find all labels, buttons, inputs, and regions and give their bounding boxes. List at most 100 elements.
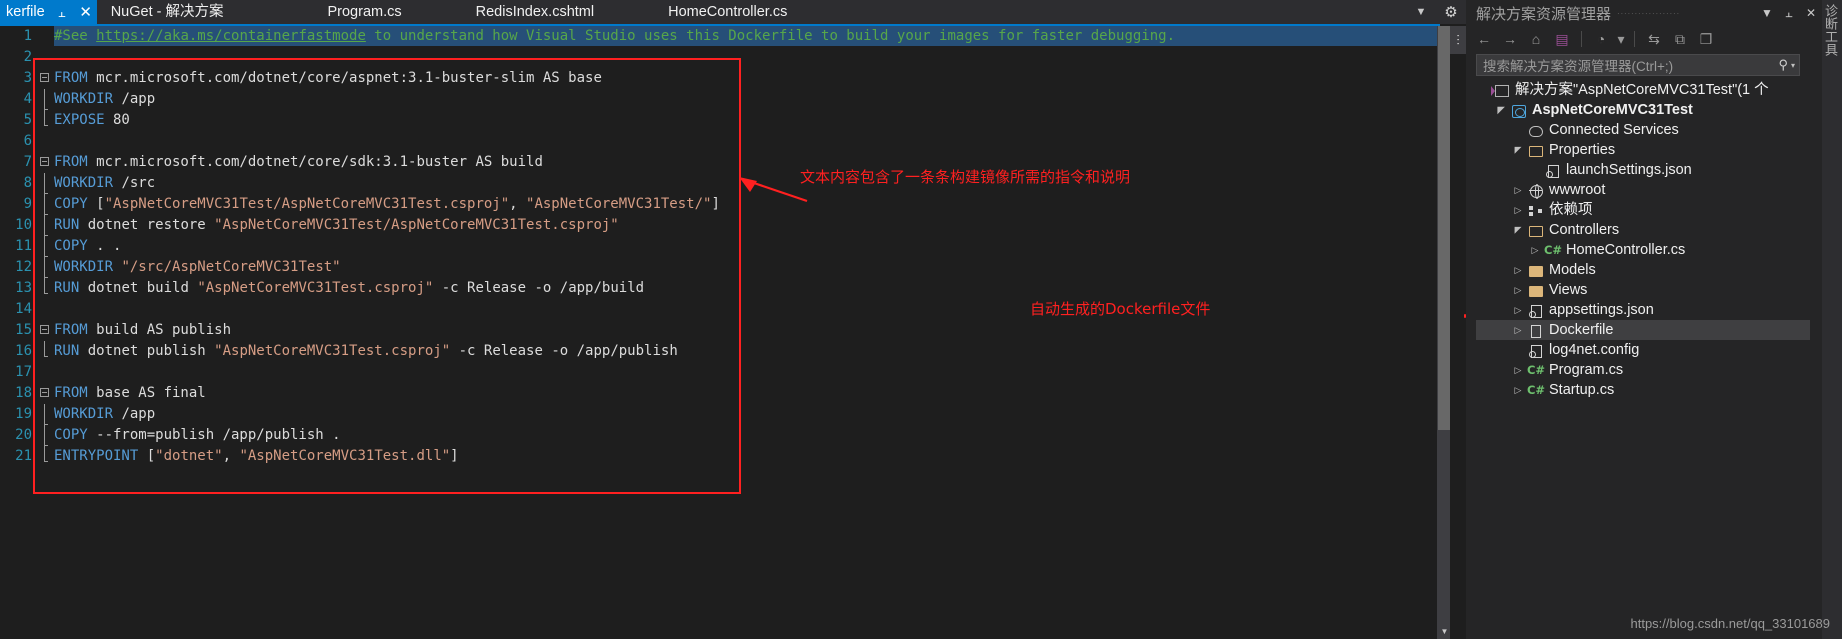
back-icon[interactable]: ←: [1472, 28, 1496, 50]
twisty-expanded-icon[interactable]: ◢: [1510, 145, 1526, 156]
tree-item-connected-services[interactable]: Connected Services: [1476, 120, 1810, 140]
tree-item-wwwroot[interactable]: ▷ wwwroot: [1476, 180, 1810, 200]
twisty-collapsed-icon[interactable]: ▷: [1510, 185, 1526, 196]
twisty-expanded-icon[interactable]: ◢: [1510, 225, 1526, 236]
panel-pin-icon[interactable]: ⫠: [1778, 0, 1800, 26]
twisty-collapsed-icon[interactable]: ▷: [1527, 245, 1543, 256]
code-line[interactable]: COPY . .: [54, 236, 1454, 257]
code-token: #See: [54, 28, 97, 44]
solution-explorer-scrollbar[interactable]: [1815, 78, 1822, 578]
code-token: FROM: [54, 385, 88, 401]
fold-region-bar: [44, 194, 48, 215]
tree-item-aspnetcoremvc31test-1[interactable]: 解决方案"AspNetCoreMVC31Test"(1 个: [1476, 80, 1810, 100]
code-line[interactable]: EXPOSE 80: [54, 110, 1454, 131]
line-number: 19: [15, 406, 32, 422]
tree-item-appsettings-json[interactable]: ▷ appsettings.json: [1476, 300, 1810, 320]
show-all-files-icon[interactable]: ⧉: [1668, 28, 1692, 50]
twisty-collapsed-icon[interactable]: ▷: [1510, 365, 1526, 376]
code-token: EXPOSE: [54, 112, 105, 128]
code-line[interactable]: [54, 47, 1454, 68]
tree-item-log4net-config[interactable]: log4net.config: [1476, 340, 1810, 360]
twisty-collapsed-icon[interactable]: ▷: [1510, 305, 1526, 316]
panel-close-icon[interactable]: ✕: [1800, 0, 1822, 26]
search-icon[interactable]: ⚲: [1778, 57, 1788, 73]
fold-region-bar: [44, 110, 48, 126]
tree-item-views[interactable]: ▷ Views: [1476, 280, 1810, 300]
pending-changes-dropdown-icon[interactable]: ▾: [1615, 28, 1627, 50]
split-view-handle-icon[interactable]: ⫶: [1450, 26, 1466, 54]
document-tab-program-cs[interactable]: Program.cs: [313, 0, 462, 24]
fold-collapse-icon[interactable]: [40, 73, 49, 82]
twisty-collapsed-icon[interactable]: ▷: [1510, 325, 1526, 336]
properties-icon[interactable]: ❐: [1694, 28, 1718, 50]
home-icon[interactable]: ⌂: [1524, 28, 1548, 50]
code-line[interactable]: WORKDIR /app: [54, 89, 1454, 110]
line-number: 17: [15, 364, 32, 380]
twisty-collapsed-icon[interactable]: ▷: [1510, 205, 1526, 216]
document-tab-kerfile[interactable]: kerfile ⫠ ✕: [0, 0, 97, 24]
tree-item-controllers[interactable]: ◢ Controllers: [1476, 220, 1810, 240]
code-token: "/src/AspNetCoreMVC31Test": [121, 259, 341, 275]
search-chevron-down-icon[interactable]: ▾: [1791, 61, 1795, 70]
code-line[interactable]: FROM mcr.microsoft.com/dotnet/core/sdk:3…: [54, 152, 1454, 173]
code-line[interactable]: [54, 362, 1454, 383]
diagnostic-tools-tab[interactable]: 诊断工具: [1823, 4, 1840, 56]
pending-changes-icon[interactable]: ◔: [1589, 28, 1613, 50]
fold-region-bar: [44, 257, 48, 278]
code-token: build AS publish: [87, 322, 232, 338]
tree-item-homecontroller-cs[interactable]: ▷ C# HomeController.cs: [1476, 240, 1810, 260]
code-line[interactable]: RUN dotnet publish "AspNetCoreMVC31Test.…: [54, 341, 1454, 362]
code-line[interactable]: [54, 131, 1454, 152]
sync-icon[interactable]: ⇆: [1642, 28, 1666, 50]
solution-tree[interactable]: 解决方案"AspNetCoreMVC31Test"(1 个 ◢ AspNetCore…: [1476, 80, 1810, 580]
vs-solution-icon[interactable]: ▤: [1550, 28, 1574, 50]
solution-explorer-search[interactable]: 搜索解决方案资源管理器(Ctrl+;) ⚲ ▾: [1476, 54, 1800, 76]
code-token: . .: [87, 238, 122, 254]
code-line[interactable]: FROM base AS final: [54, 383, 1454, 404]
fold-collapse-icon[interactable]: [40, 325, 49, 334]
code-line[interactable]: RUN dotnet restore "AspNetCoreMVC31Test/…: [54, 215, 1454, 236]
code-line[interactable]: #See https://aka.ms/containerfastmode to…: [54, 26, 1454, 47]
twisty-collapsed-icon[interactable]: ▷: [1510, 285, 1526, 296]
tree-item-aspnetcoremvc31test[interactable]: ◢ AspNetCoreMVC31Test: [1476, 100, 1810, 120]
code-line[interactable]: WORKDIR /src: [54, 173, 1454, 194]
twisty-collapsed-icon[interactable]: ▷: [1510, 265, 1526, 276]
document-tab-redisindex-cshtml[interactable]: RedisIndex.cshtml: [461, 0, 655, 24]
search-input[interactable]: 搜索解决方案资源管理器(Ctrl+;): [1483, 55, 1778, 75]
code-line[interactable]: ENTRYPOINT ["dotnet", "AspNetCoreMVC31Te…: [54, 446, 1454, 467]
code-line[interactable]: [54, 299, 1454, 320]
document-tab-homecontroller-cs[interactable]: HomeController.cs: [654, 0, 802, 24]
forward-icon[interactable]: →: [1498, 28, 1522, 50]
code-line[interactable]: FROM mcr.microsoft.com/dotnet/core/aspne…: [54, 68, 1454, 89]
tab-overflow-chevron-down-icon[interactable]: ▼: [1406, 0, 1436, 24]
tree-item-dockerfile[interactable]: ▷ Dockerfile: [1476, 320, 1810, 340]
gear-icon[interactable]: ⚙: [1436, 0, 1466, 24]
fold-collapse-icon[interactable]: [40, 157, 49, 166]
code-line[interactable]: WORKDIR "/src/AspNetCoreMVC31Test": [54, 257, 1454, 278]
tree-item-properties[interactable]: ◢ Properties: [1476, 140, 1810, 160]
code-line[interactable]: WORKDIR /app: [54, 404, 1454, 425]
tree-item-[interactable]: ▷ 依赖项: [1476, 200, 1810, 220]
code-line[interactable]: RUN dotnet build "AspNetCoreMVC31Test.cs…: [54, 278, 1454, 299]
tab-close-icon[interactable]: ✕: [79, 4, 93, 20]
tree-item-startup-cs[interactable]: ▷ C# Startup.cs: [1476, 380, 1810, 400]
document-tab-nuget[interactable]: NuGet - 解决方案: [96, 0, 314, 24]
code-line[interactable]: FROM build AS publish: [54, 320, 1454, 341]
twisty-expanded-icon[interactable]: ◢: [1493, 105, 1509, 116]
code-token: "AspNetCoreMVC31Test.csproj": [214, 343, 451, 359]
code-line[interactable]: COPY ["AspNetCoreMVC31Test/AspNetCoreMVC…: [54, 194, 1454, 215]
twisty-collapsed-icon[interactable]: ▷: [1510, 385, 1526, 396]
code-text[interactable]: #See https://aka.ms/containerfastmode to…: [54, 26, 1454, 639]
tree-item-launchsettings-json[interactable]: launchSettings.json: [1476, 160, 1810, 180]
code-editor[interactable]: 1 2 3 4 5 6 7 8 9 10 11 12 13 14 15 16 17 18 19 20 21 #See h…: [0, 26, 1466, 639]
fold-margin[interactable]: [36, 26, 54, 639]
tree-item-models[interactable]: ▷ Models: [1476, 260, 1810, 280]
fold-collapse-icon[interactable]: [40, 388, 49, 397]
code-line[interactable]: COPY --from=publish /app/publish .: [54, 425, 1454, 446]
right-tool-strip[interactable]: 诊断工具: [1822, 0, 1842, 639]
code-token: https://aka.ms/containerfastmode: [96, 28, 366, 44]
code-token: /app: [113, 406, 156, 422]
panel-dropdown-icon[interactable]: ▼: [1756, 0, 1778, 26]
tree-item-program-cs[interactable]: ▷ C# Program.cs: [1476, 360, 1810, 380]
tab-pin-icon[interactable]: ⫠: [55, 4, 69, 20]
